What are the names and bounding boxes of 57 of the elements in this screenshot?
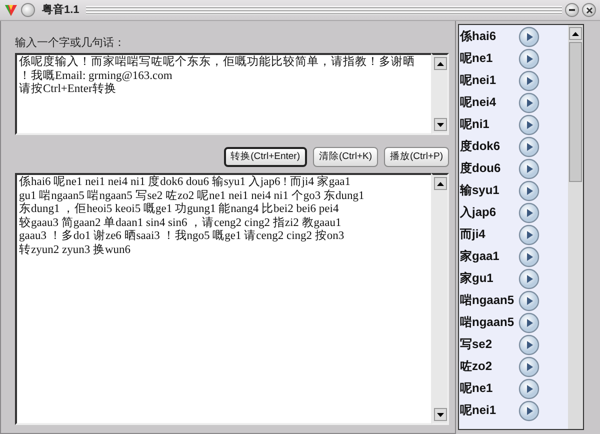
- syllable-label: 输syu1: [460, 182, 500, 199]
- play-button[interactable]: [518, 201, 540, 223]
- window-menu-button[interactable]: [21, 3, 35, 17]
- syllable-label: 入jap6: [460, 204, 498, 221]
- input-label: 输入一个字或几句话：: [15, 36, 126, 51]
- scrollbar[interactable]: [568, 24, 584, 430]
- play-button[interactable]: [518, 91, 540, 113]
- syllable-label: 呢ni1: [460, 116, 490, 133]
- play-button[interactable]: [518, 113, 540, 135]
- play-button[interactable]: [518, 311, 540, 333]
- syllable-label: 呢nei1: [460, 72, 498, 89]
- scroll-up-icon[interactable]: [437, 62, 444, 66]
- syllable-label: 家gaa1: [460, 248, 500, 265]
- syllable-label: 咗zo2: [460, 358, 494, 375]
- play-button[interactable]: [518, 25, 540, 47]
- syllable-label: 度dok6: [460, 138, 502, 155]
- syllable-label: 啱ngaan5: [460, 314, 516, 331]
- syllable-label: 呢nei4: [460, 94, 498, 111]
- play-button[interactable]: [518, 47, 540, 69]
- play-button[interactable]: [518, 333, 540, 355]
- syllable-label: 呢ne1: [460, 50, 494, 67]
- scrollbar[interactable]: [431, 53, 449, 135]
- minimize-icon: [569, 9, 575, 11]
- play-button[interactable]: [518, 267, 540, 289]
- syllable-label: 係hai6: [460, 28, 498, 45]
- play-button[interactable]: [518, 69, 540, 91]
- scroll-up-icon[interactable]: [437, 182, 444, 186]
- syllable-label: 写se2: [460, 336, 494, 353]
- play-button[interactable]: [518, 355, 540, 377]
- play-button[interactable]: [518, 245, 540, 267]
- close-button[interactable]: [582, 3, 596, 17]
- play-button[interactable]: [518, 135, 540, 157]
- syllable-label: 呢nei1: [460, 402, 498, 419]
- output-field[interactable]: 係hai6 呢ne1 nei1 nei4 ni1 度dok6 dou6 输syu1 入jap6 ! 而ji4 家gaa1 gu1 啱ngaan5 啱ngaan5 写se2 咗zo2 呢ne1 nei1 nei4 ni1 个go3 东dung1 东dung1 ，佢heoi5 keoi5 嘅ge1 功gung1 能nang4 比bei2 bei6 pei4 较gaau3 简gaan2 单daan1 sin4 sin6 ，请ceng2 cing2 指zi2 教gaau1 gaau3 ！多do1 谢ze6 晒saai3 ！我ngo5 嘅ge1 请ceng2 cing2 按on3 转zyun2 zyun3 换wun6: [15, 173, 431, 425]
- play-button[interactable]: [518, 157, 540, 179]
- play-button[interactable]: [518, 399, 540, 421]
- close-icon: [586, 6, 592, 14]
- syllable-label: 啱ngaan5: [460, 292, 516, 309]
- app-logo-icon: [4, 4, 18, 16]
- scroll-down-icon[interactable]: [437, 122, 444, 126]
- play-button[interactable]: [518, 223, 540, 245]
- window-title: 粤音1.1: [41, 2, 80, 18]
- action-button[interactable]: 清除(Ctrl+K): [313, 147, 378, 167]
- input-field[interactable]: 係呢度输入！而家啱啱写咗呢个东东，佢嘅功能比较简单，请指教！多谢晒 ！我嘅Email: grming@163.com 请按Ctrl+Enter转换: [15, 53, 431, 135]
- syllable-label: 度dou6: [460, 160, 502, 177]
- scroll-down-icon[interactable]: [437, 412, 444, 416]
- action-button[interactable]: 播放(Ctrl+P): [384, 147, 449, 167]
- scrollbar[interactable]: [431, 173, 449, 425]
- play-button[interactable]: [518, 179, 540, 201]
- syllable-label: 呢ne1: [460, 380, 494, 397]
- play-button[interactable]: [518, 377, 540, 399]
- minimize-button[interactable]: [565, 3, 579, 17]
- syllable-label: 家gu1: [460, 270, 494, 287]
- action-button[interactable]: 转换(Ctrl+Enter): [224, 147, 307, 167]
- scroll-up-icon[interactable]: [572, 32, 579, 36]
- play-button[interactable]: [518, 289, 540, 311]
- syllable-label: 而ji4: [460, 226, 486, 243]
